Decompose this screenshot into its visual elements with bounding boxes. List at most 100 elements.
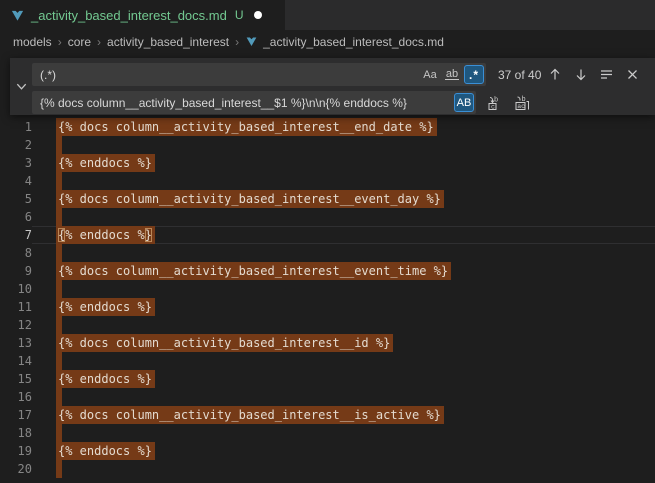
toggle-replace-button[interactable] <box>10 58 32 115</box>
breadcrumb-item-models[interactable]: models <box>13 35 52 49</box>
chevron-right-icon: › <box>235 35 239 49</box>
find-replace-widget: (.*) Aa ab .* 37 of 40 <box>10 58 655 115</box>
chevron-right-icon: › <box>58 35 62 49</box>
regex-button[interactable]: .* <box>464 65 484 84</box>
next-match-button[interactable] <box>570 64 591 85</box>
replace-all-button[interactable]: b ac <box>511 92 532 113</box>
close-find-button[interactable] <box>622 64 643 85</box>
find-match-highlight: {% docs column__activity_based_interest_… <box>56 334 393 352</box>
line-number[interactable]: 16 <box>0 388 32 406</box>
line-number[interactable]: 19 <box>0 442 32 460</box>
whole-word-button[interactable]: ab <box>442 65 462 84</box>
code-line[interactable]: 14 <box>0 352 655 370</box>
line-content: {% enddocs %} <box>32 370 655 388</box>
replace-all-icon: b ac <box>514 95 530 111</box>
match-case-button[interactable]: Aa <box>420 65 440 84</box>
find-input[interactable]: (.*) Aa ab .* <box>32 63 486 86</box>
code-line[interactable]: 20 <box>0 460 655 478</box>
line-content <box>32 460 655 478</box>
previous-match-button[interactable] <box>544 64 565 85</box>
find-in-selection-button[interactable] <box>596 64 617 85</box>
empty-line-match-highlight <box>56 460 62 478</box>
replace-button[interactable]: b c <box>484 92 505 113</box>
editor-tab[interactable]: _activity_based_interest_docs.md U <box>0 0 285 30</box>
find-match-highlight: {% docs column__activity_based_interest_… <box>56 118 437 136</box>
git-status-badge: U <box>235 8 244 22</box>
code-line[interactable]: 19 {% enddocs %} <box>0 442 655 460</box>
empty-line-match-highlight <box>56 424 62 442</box>
preserve-case-button[interactable]: AB <box>454 93 474 112</box>
code-line[interactable]: 9{% docs column__activity_based_interest… <box>0 262 655 280</box>
line-number[interactable]: 8 <box>0 244 32 262</box>
line-content <box>32 244 655 262</box>
line-content: {% docs column__activity_based_interest_… <box>32 118 655 136</box>
line-number[interactable]: 17 <box>0 406 32 424</box>
line-number[interactable]: 7 <box>0 226 32 244</box>
code-line[interactable]: 1 {% docs column__activity_based_interest… <box>0 118 655 136</box>
svg-text:ac: ac <box>517 103 525 110</box>
code-line[interactable]: 2 <box>0 136 655 154</box>
breadcrumb-item-file[interactable]: _activity_based_interest_docs.md <box>263 35 444 49</box>
code-line[interactable]: 8 <box>0 244 655 262</box>
find-match-highlight: {% docs column__activity_based_interest_… <box>56 190 444 208</box>
line-content: {% enddocs %} <box>32 154 655 172</box>
line-number[interactable]: 18 <box>0 424 32 442</box>
code-line[interactable]: 18 <box>0 424 655 442</box>
code-line[interactable]: 16 <box>0 388 655 406</box>
empty-line-match-highlight <box>56 388 62 406</box>
line-number[interactable]: 20 <box>0 460 32 478</box>
modified-indicator-dot[interactable] <box>254 11 262 19</box>
breadcrumb: models › core › activity_based_interest … <box>0 30 655 53</box>
replace-input[interactable]: {% docs column__activity_based_interest_… <box>32 91 476 114</box>
line-content <box>32 208 655 226</box>
match-count: 37 of 40 <box>498 68 541 82</box>
markdown-file-icon <box>10 8 25 23</box>
line-content: {% docs column__activity_based_interest_… <box>32 334 655 352</box>
matched-bracket: } <box>145 228 152 242</box>
code-line[interactable]: 13 {% docs column__activity_based_interes… <box>0 334 655 352</box>
code-line[interactable]: 5 {% docs column__activity_based_interest… <box>0 190 655 208</box>
line-number[interactable]: 2 <box>0 136 32 154</box>
line-number[interactable]: 15 <box>0 370 32 388</box>
line-number[interactable]: 12 <box>0 316 32 334</box>
editor-pane: (.*) Aa ab .* 37 of 40 <box>0 53 655 470</box>
tab-bar: _activity_based_interest_docs.md U <box>0 0 655 30</box>
empty-line-match-highlight <box>56 316 62 334</box>
line-content: {% docs column__activity_based_interest_… <box>32 406 655 424</box>
line-number[interactable]: 10 <box>0 280 32 298</box>
line-content: {% enddocs %} <box>32 442 655 460</box>
find-match-highlight: {% enddocs %} <box>56 442 155 460</box>
breadcrumb-item-core[interactable]: core <box>68 35 91 49</box>
matched-bracket: { <box>58 228 65 242</box>
code-line[interactable]: 15{% enddocs %} <box>0 370 655 388</box>
code-line[interactable]: 10 <box>0 280 655 298</box>
line-number[interactable]: 4 <box>0 172 32 190</box>
empty-line-match-highlight <box>56 280 62 298</box>
line-number[interactable]: 11 <box>0 298 32 316</box>
code-line[interactable]: 6 <box>0 208 655 226</box>
code-line[interactable]: 3 {% enddocs %} <box>0 154 655 172</box>
line-number[interactable]: 5 <box>0 190 32 208</box>
code-line[interactable]: 11{% enddocs %} <box>0 298 655 316</box>
code-line[interactable]: 4 <box>0 172 655 190</box>
line-number[interactable]: 9 <box>0 262 32 280</box>
line-number[interactable]: 13 <box>0 334 32 352</box>
line-content <box>32 172 655 190</box>
find-match-highlight: {% enddocs %} <box>56 154 155 172</box>
breadcrumb-item-folder[interactable]: activity_based_interest <box>107 35 229 49</box>
code-line[interactable]: 7{% enddocs %} <box>0 226 655 244</box>
line-number[interactable]: 14 <box>0 352 32 370</box>
line-number[interactable]: 1 <box>0 118 32 136</box>
find-query-text: (.*) <box>40 68 418 82</box>
empty-line-match-highlight <box>56 208 62 226</box>
arrow-down-icon <box>575 68 587 81</box>
line-number[interactable]: 6 <box>0 208 32 226</box>
line-content <box>32 388 655 406</box>
line-number[interactable]: 3 <box>0 154 32 172</box>
code-line[interactable]: 12 <box>0 316 655 334</box>
code-line[interactable]: 17{% docs column__activity_based_interes… <box>0 406 655 424</box>
line-content <box>32 280 655 298</box>
line-content <box>32 136 655 154</box>
line-content <box>32 316 655 334</box>
line-content <box>32 352 655 370</box>
